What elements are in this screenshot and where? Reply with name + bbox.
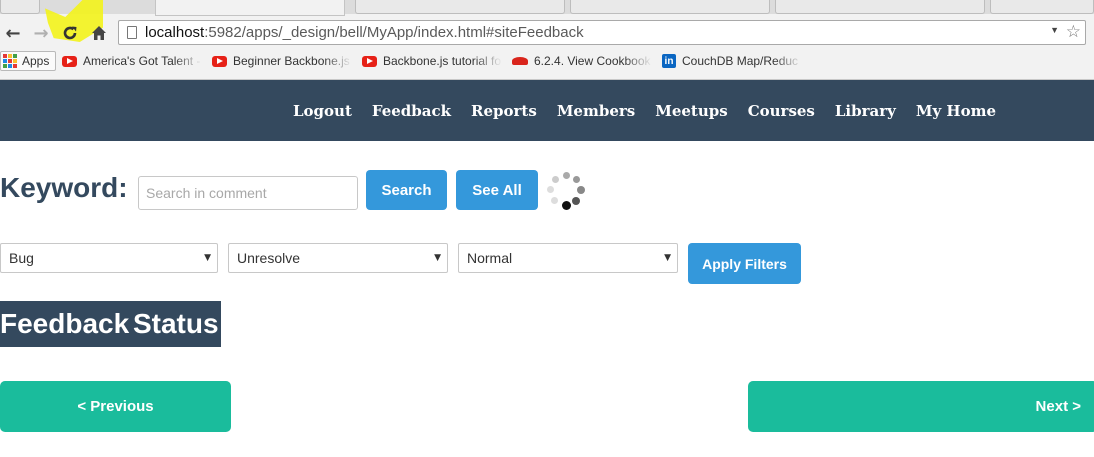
priority-select[interactable]: Normal ▼ — [458, 243, 678, 273]
bookmark-label: Apps — [22, 54, 50, 68]
browser-tab[interactable] — [0, 0, 40, 14]
forward-arrow-icon[interactable]: → — [29, 21, 53, 45]
youtube-icon — [62, 55, 77, 67]
nav-feedback[interactable]: Feedback — [372, 102, 451, 120]
nav-courses[interactable]: Courses — [748, 102, 815, 120]
status-select-value: Unresolve — [237, 250, 301, 266]
bookmark-label: America's Got Talent - — [83, 54, 201, 68]
active-browser-tab[interactable] — [155, 0, 345, 16]
bookmark-americas-got-talent[interactable]: America's Got Talent - — [62, 51, 202, 71]
couchdb-icon — [512, 55, 528, 67]
loading-spinner-icon — [545, 170, 587, 212]
browser-chrome: ← → localhost:5982/apps/_design/bell/MyA… — [0, 0, 1094, 80]
previous-button[interactable]: < Previous — [0, 381, 231, 432]
nav-library[interactable]: Library — [835, 102, 896, 120]
bookmark-label: 6.2.4. View Cookbook — [534, 54, 651, 68]
url-text[interactable]: localhost:5982/apps/_design/bell/MyApp/i… — [145, 24, 584, 41]
nav-logout[interactable]: Logout — [293, 102, 352, 120]
bookmark-label: Beginner Backbone.js — [233, 54, 350, 68]
back-arrow-icon[interactable]: ← — [1, 21, 25, 45]
bookmark-beginner-backbone[interactable]: Beginner Backbone.js — [212, 51, 352, 71]
linkedin-icon: in — [662, 54, 676, 68]
bookmark-couchdb-map-reduce[interactable]: in CouchDB Map/Reduc — [662, 51, 802, 71]
bookmark-view-cookbook[interactable]: 6.2.4. View Cookbook — [512, 51, 652, 71]
nav-members[interactable]: Members — [557, 102, 635, 120]
browser-tab[interactable] — [990, 0, 1094, 14]
bookmarks-bar: Apps America's Got Talent - Beginner Bac… — [0, 49, 1094, 71]
keyword-label: Keyword: — [0, 172, 128, 203]
category-select[interactable]: Bug ▼ — [0, 243, 218, 273]
priority-select-value: Normal — [467, 250, 513, 266]
bookmark-apps[interactable]: Apps — [0, 51, 56, 71]
youtube-icon — [212, 55, 227, 67]
home-icon[interactable] — [87, 21, 111, 45]
bookmark-label: Backbone.js tutorial fo — [383, 54, 502, 68]
page-icon — [127, 26, 137, 39]
browser-tab[interactable] — [570, 0, 770, 14]
apps-grid-icon — [3, 54, 17, 68]
bookmark-backbone-tutorial[interactable]: Backbone.js tutorial fo — [362, 51, 502, 71]
apply-filters-button[interactable]: Apply Filters — [688, 243, 801, 284]
category-select-value: Bug — [9, 250, 34, 266]
chevron-down-icon: ▼ — [664, 253, 671, 263]
bookmark-label: CouchDB Map/Reduc — [682, 54, 799, 68]
chevron-down-icon: ▼ — [434, 253, 441, 263]
page-title: Feedback Status — [0, 301, 221, 347]
search-button[interactable]: Search — [366, 170, 447, 210]
see-all-button[interactable]: See All — [456, 170, 538, 210]
app-navbar: Logout Feedback Reports Members Meetups … — [0, 80, 1094, 141]
nav-my-home[interactable]: My Home — [916, 102, 996, 120]
search-input[interactable] — [138, 176, 358, 210]
bookmark-star-icon[interactable]: ☆ — [1066, 22, 1081, 42]
nav-reports[interactable]: Reports — [471, 102, 537, 120]
nav-meetups[interactable]: Meetups — [655, 102, 727, 120]
address-bar[interactable]: localhost:5982/apps/_design/bell/MyApp/i… — [118, 20, 1086, 45]
chevron-down-icon: ▼ — [204, 253, 211, 263]
dropdown-arrow-icon[interactable]: ▼ — [1050, 25, 1059, 35]
reload-icon[interactable] — [58, 21, 82, 45]
nav-links: Logout Feedback Reports Members Meetups … — [293, 80, 996, 141]
browser-tab[interactable] — [775, 0, 985, 14]
browser-tab[interactable] — [355, 0, 565, 14]
status-select[interactable]: Unresolve ▼ — [228, 243, 448, 273]
youtube-icon — [362, 55, 377, 67]
next-button[interactable]: Next > — [748, 381, 1094, 432]
